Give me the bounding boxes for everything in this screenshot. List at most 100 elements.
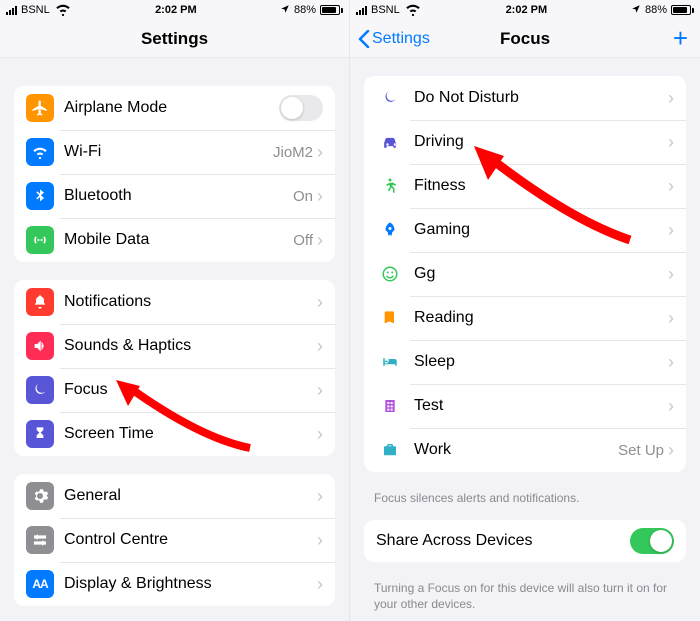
settings-row-airplane-mode[interactable]: Airplane Mode	[14, 86, 335, 130]
row-label: Screen Time	[64, 425, 317, 443]
settings-row-mobile-data[interactable]: Mobile DataOff›	[14, 218, 335, 262]
toggle[interactable]	[279, 95, 323, 121]
settings-group: Airplane ModeWi-FiJioM2›BluetoothOn›Mobi…	[14, 86, 335, 262]
focus-row-do-not-disturb[interactable]: Do Not Disturb›	[364, 76, 686, 120]
clock: 2:02 PM	[155, 4, 197, 16]
chevron-right-icon: ›	[317, 143, 323, 161]
focus-row-driving[interactable]: Driving›	[364, 120, 686, 164]
focus-row-work[interactable]: WorkSet Up›	[364, 428, 686, 472]
chevron-right-icon: ›	[668, 397, 674, 415]
battery-percent: 88%	[645, 4, 667, 16]
row-value: On	[293, 188, 313, 205]
row-label: General	[64, 487, 317, 505]
chevron-right-icon: ›	[668, 177, 674, 195]
chevron-right-icon: ›	[317, 337, 323, 355]
chevron-right-icon: ›	[668, 133, 674, 151]
chevron-right-icon: ›	[668, 309, 674, 327]
row-label: Focus	[64, 381, 317, 399]
focus-row-gg[interactable]: Gg›	[364, 252, 686, 296]
speaker-icon	[26, 332, 54, 360]
face-icon	[376, 260, 404, 288]
settings-group: General›Control Centre›AADisplay & Brigh…	[14, 474, 335, 606]
row-label: Mobile Data	[64, 231, 293, 249]
row-value: Off	[293, 232, 313, 249]
status-bar: BSNL 2:02 PM 88%	[350, 0, 700, 20]
row-label: Gg	[414, 265, 668, 283]
settings-row-bluetooth[interactable]: BluetoothOn›	[14, 174, 335, 218]
chevron-right-icon: ›	[317, 575, 323, 593]
focus-row-test[interactable]: Test›	[364, 384, 686, 428]
row-label: Gaming	[414, 221, 668, 239]
focus-screen: BSNL 2:02 PM 88% Settings Focus + Do Not…	[350, 0, 700, 621]
settings-row-wi-fi[interactable]: Wi-FiJioM2›	[14, 130, 335, 174]
settings-row-sounds-haptics[interactable]: Sounds & Haptics›	[14, 324, 335, 368]
chevron-right-icon: ›	[668, 221, 674, 239]
chevron-right-icon: ›	[317, 487, 323, 505]
focus-row-sleep[interactable]: Sleep›	[364, 340, 686, 384]
row-label: Driving	[414, 133, 668, 151]
row-label: Test	[414, 397, 668, 415]
location-icon	[280, 4, 290, 17]
settings-row-display-brightness[interactable]: AA Display & Brightness›	[14, 562, 335, 606]
settings-row-focus[interactable]: Focus›	[14, 368, 335, 412]
briefcase-icon	[376, 436, 404, 464]
airplane-icon	[26, 94, 54, 122]
focus-row-gaming[interactable]: Gaming›	[364, 208, 686, 252]
car-icon	[376, 128, 404, 156]
row-label: Sleep	[414, 353, 668, 371]
status-bar: BSNL 2:02 PM 88%	[0, 0, 349, 20]
gear-icon	[26, 482, 54, 510]
chevron-right-icon: ›	[317, 293, 323, 311]
book-icon	[376, 304, 404, 332]
building-icon	[376, 392, 404, 420]
footer-note-1: Focus silences alerts and notifications.	[350, 490, 700, 520]
carrier-label: BSNL	[371, 4, 400, 16]
antenna-icon	[26, 226, 54, 254]
chevron-right-icon: ›	[317, 531, 323, 549]
settings-row-screen-time[interactable]: Screen Time›	[14, 412, 335, 456]
row-label: Do Not Disturb	[414, 89, 668, 107]
clock: 2:02 PM	[506, 4, 548, 16]
moon-icon	[26, 376, 54, 404]
settings-row-general[interactable]: General›	[14, 474, 335, 518]
add-button[interactable]: +	[673, 20, 688, 57]
row-value: JioM2	[273, 144, 313, 161]
nav-bar: Settings Focus +	[350, 20, 700, 58]
back-label: Settings	[372, 30, 430, 48]
location-icon	[631, 4, 641, 17]
row-label: Work	[414, 441, 618, 459]
row-label: Fitness	[414, 177, 668, 195]
row-label: Display & Brightness	[64, 575, 317, 593]
signal-icon	[6, 5, 17, 15]
focus-row-reading[interactable]: Reading›	[364, 296, 686, 340]
rocket-icon	[376, 216, 404, 244]
row-label: Bluetooth	[64, 187, 293, 205]
row-label: Notifications	[64, 293, 317, 311]
row-value: Set Up	[618, 442, 664, 459]
row-label: Control Centre	[64, 531, 317, 549]
switches-icon	[26, 526, 54, 554]
settings-row-control-centre[interactable]: Control Centre›	[14, 518, 335, 562]
footer-note-2: Turning a Focus on for this device will …	[350, 580, 700, 621]
settings-screen: BSNL 2:02 PM 88% Settings Airplane ModeW…	[0, 0, 350, 621]
row-label: Wi-Fi	[64, 143, 273, 161]
bed-icon	[376, 348, 404, 376]
battery-icon	[671, 5, 694, 15]
back-button[interactable]: Settings	[358, 20, 430, 57]
share-across-devices-row[interactable]: Share Across Devices	[364, 520, 686, 562]
chevron-right-icon: ›	[668, 353, 674, 371]
runner-icon	[376, 172, 404, 200]
chevron-right-icon: ›	[668, 89, 674, 107]
focus-row-fitness[interactable]: Fitness›	[364, 164, 686, 208]
aa-icon: AA	[26, 570, 54, 598]
chevron-right-icon: ›	[317, 231, 323, 249]
row-label: Reading	[414, 309, 668, 327]
hourglass-icon	[26, 420, 54, 448]
bluetooth-icon	[26, 182, 54, 210]
wifi-icon	[54, 0, 72, 21]
row-label: Sounds & Haptics	[64, 337, 317, 355]
wifi-icon	[26, 138, 54, 166]
share-toggle[interactable]	[630, 528, 674, 554]
settings-row-notifications[interactable]: Notifications›	[14, 280, 335, 324]
chevron-right-icon: ›	[317, 187, 323, 205]
